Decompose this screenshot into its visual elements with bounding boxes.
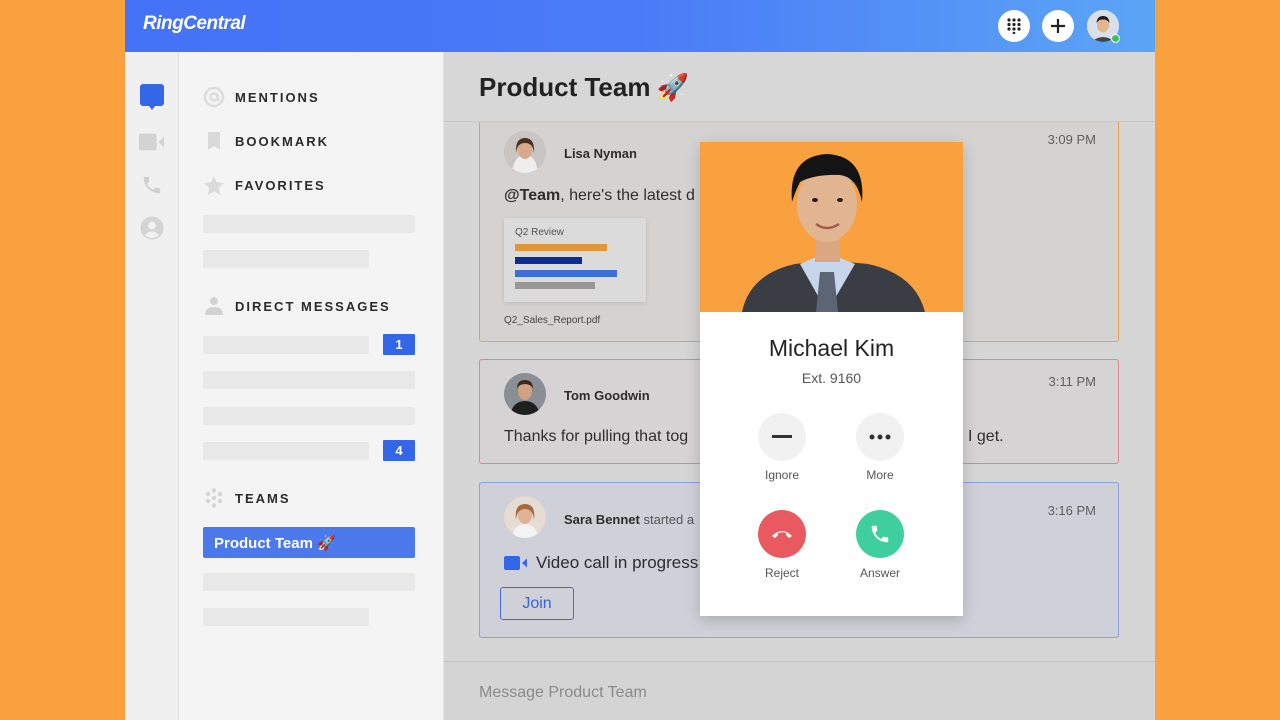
plus-icon: [1051, 19, 1065, 33]
nav-item-bookmark[interactable]: BOOKMARK: [203, 130, 329, 152]
video-call-text: Video call in progress: [536, 553, 699, 572]
join-call-button[interactable]: Join: [500, 587, 574, 620]
message-text-tail: I get.: [968, 428, 1004, 445]
nav-label-bookmark: BOOKMARK: [235, 133, 329, 149]
unread-badge: 1: [383, 334, 415, 355]
top-bar: RingCentral: [125, 0, 1155, 52]
nav-panel: MENTIONS BOOKMARK FAVORITES DIRECT MESSA…: [179, 52, 444, 720]
at-sign-icon: [203, 86, 225, 108]
attachment-bar: [515, 244, 607, 251]
minus-icon: [772, 435, 792, 438]
message-time: 3:11 PM: [1048, 374, 1096, 389]
dialpad-button[interactable]: [998, 10, 1030, 42]
team-placeholder[interactable]: [203, 573, 415, 591]
nav-label-direct-messages: DIRECT MESSAGES: [235, 298, 391, 314]
attachment-preview[interactable]: Q2 Review: [504, 218, 646, 302]
presence-indicator: [1111, 34, 1120, 43]
sender-name[interactable]: Lisa Nyman: [564, 146, 637, 161]
team-mention[interactable]: @Team: [504, 187, 560, 204]
conversation-header: Product Team 🚀: [444, 52, 1155, 122]
attachment-bar: [515, 270, 617, 277]
dm-placeholder[interactable]: [203, 336, 369, 354]
more-button[interactable]: [856, 413, 904, 461]
dialpad-icon: [1007, 18, 1021, 34]
message-text: Thanks for pulling that tog: [504, 428, 689, 445]
rail-phone[interactable]: [139, 172, 165, 198]
nav-label-favorites: FAVORITES: [235, 177, 326, 193]
bookmark-icon: [203, 130, 225, 152]
caller-photo: [700, 142, 963, 312]
brand-logo: RingCentral: [143, 13, 246, 34]
favorite-placeholder[interactable]: [203, 215, 415, 233]
ringcentral-app: RingCentral MENTIONS BOOKMARK FAVORITES …: [125, 0, 1155, 720]
sender-name[interactable]: Tom Goodwin: [564, 388, 650, 403]
avatar-lisa-nyman[interactable]: [504, 131, 546, 173]
nav-item-direct-messages[interactable]: DIRECT MESSAGES: [203, 295, 391, 317]
unread-badge: 4: [383, 440, 415, 461]
video-icon: [504, 556, 527, 570]
attachment-filename[interactable]: Q2_Sales_Report.pdf: [504, 315, 600, 326]
reject-button[interactable]: [758, 510, 806, 558]
incoming-call-dialog: Michael Kim Ext. 9160 Ignore More Reject…: [700, 142, 963, 616]
nav-item-mentions[interactable]: MENTIONS: [203, 86, 320, 108]
rail-messages[interactable]: [139, 83, 165, 110]
hang-up-icon: [772, 531, 792, 538]
sender-name: Sara Bennet started a: [564, 512, 695, 527]
star-icon: [203, 174, 225, 196]
phone-icon: [143, 176, 161, 194]
attachment-bar: [515, 282, 595, 289]
add-button[interactable]: [1042, 10, 1074, 42]
attachment-title: Q2 Review: [515, 227, 564, 238]
sender-name-link[interactable]: Sara Bennet: [564, 512, 640, 527]
person-icon: [203, 295, 225, 317]
nav-label-mentions: MENTIONS: [235, 89, 320, 105]
caller-name: Michael Kim: [768, 335, 895, 361]
answer-button[interactable]: [856, 510, 904, 558]
dm-placeholder[interactable]: [203, 407, 415, 425]
rocket-emoji: 🚀: [656, 72, 689, 102]
rail-contacts[interactable]: [139, 215, 165, 241]
video-icon: [139, 133, 165, 151]
avatar-sara-bennet[interactable]: [504, 496, 546, 538]
message-input[interactable]: Message Product Team: [479, 684, 647, 702]
nav-item-teams[interactable]: TEAMS: [203, 487, 291, 509]
contacts-icon: [140, 216, 164, 240]
teams-icon: [203, 487, 225, 509]
video-call-status: Video call in progress: [504, 553, 698, 573]
attachment-bar: [515, 257, 582, 264]
dm-placeholder[interactable]: [203, 442, 369, 460]
nav-item-favorites[interactable]: FAVORITES: [203, 174, 326, 196]
rail-video[interactable]: [139, 129, 165, 155]
message-time: 3:09 PM: [1047, 132, 1096, 147]
ignore-button[interactable]: [758, 413, 806, 461]
favorite-placeholder[interactable]: [203, 250, 369, 268]
nav-label-teams: TEAMS: [235, 490, 291, 506]
message-icon: [140, 83, 164, 110]
answer-label: Answer: [859, 566, 900, 580]
reject-label: Reject: [764, 566, 799, 580]
message-composer[interactable]: Message Product Team: [444, 661, 1155, 720]
phone-icon: [871, 525, 889, 543]
avatar-tom-goodwin[interactable]: [504, 373, 546, 415]
app-rail: [125, 52, 179, 720]
ignore-label: Ignore: [764, 468, 800, 482]
more-dots-icon: [869, 434, 891, 440]
dm-placeholder[interactable]: [203, 371, 415, 389]
team-item-label: Product Team 🚀: [214, 534, 336, 552]
team-placeholder[interactable]: [203, 608, 369, 626]
team-item-product-team[interactable]: Product Team 🚀: [203, 527, 415, 558]
message-text: @Team, here's the latest d: [504, 187, 695, 204]
message-time: 3:16 PM: [1047, 503, 1096, 518]
more-label: More: [866, 468, 894, 482]
page-title: Product Team 🚀: [479, 72, 689, 102]
caller-extension: Ext. 9160: [801, 370, 862, 386]
